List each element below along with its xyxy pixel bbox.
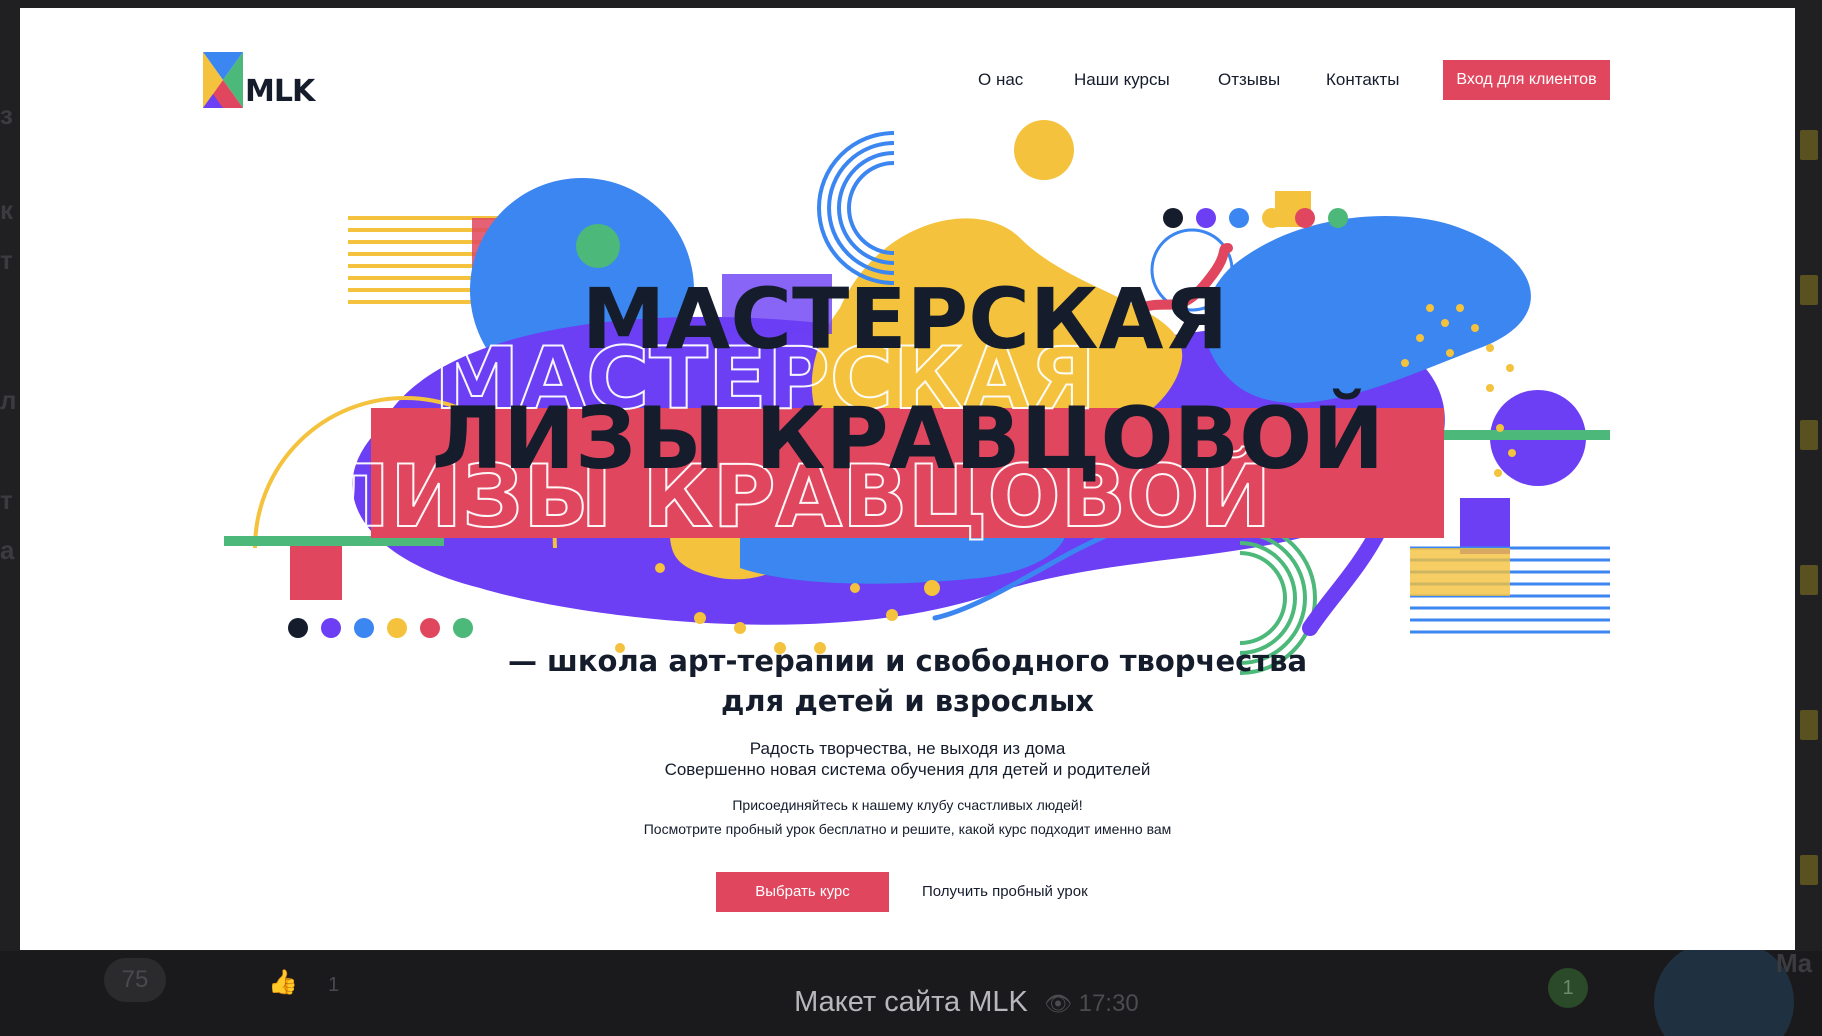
title-line-2: ЛИЗЫ КРАВЦОВОЙ — [432, 388, 1385, 489]
hero-tagline-1: — школа арт-терапии и свободного творчес… — [507, 644, 1308, 678]
caption-time: 👁 17:30 — [1044, 990, 1139, 1018]
mlk-logo-icon — [203, 52, 243, 108]
backdrop-text: Ma — [1776, 948, 1813, 978]
site-logo[interactable]: MLK — [203, 52, 323, 109]
choose-course-button[interactable]: Выбрать курс — [716, 872, 889, 912]
hero-subtitle-1: Радость творчества, не выходя из дома — [749, 739, 1066, 758]
caption-time-value: 17:30 — [1078, 990, 1139, 1017]
eye-icon: 👁 — [1044, 991, 1072, 1016]
hero-text-1: Присоединяйтесь к нашему клубу счастливы… — [732, 797, 1083, 813]
title-line-1: МАСТЕРСКАЯ — [582, 270, 1229, 368]
nav-link-reviews[interactable]: Отзывы — [1218, 70, 1280, 90]
logo-text: MLK — [245, 74, 315, 109]
image-preview: МАСТЕРСКАЯ МАСТЕРСКАЯ ЛИЗЫ КРАВЦОВОЙ ЛИЗ… — [20, 8, 1795, 950]
backdrop-left-column: з к т л т а — [0, 100, 17, 565]
hero-subtitle-2: Совершенно новая система обучения для де… — [664, 760, 1151, 779]
nav-link-courses[interactable]: Наши курсы — [1074, 70, 1170, 90]
trial-lesson-link[interactable]: Получить пробный урок — [922, 872, 1088, 912]
nav-link-about[interactable]: О нас — [978, 70, 1023, 90]
nav-link-contacts[interactable]: Контакты — [1326, 70, 1399, 90]
hero-tagline-2: для детей и взрослых — [720, 684, 1095, 718]
client-login-button[interactable]: Вход для клиентов — [1443, 60, 1610, 100]
image-caption: Макет сайта MLK — [794, 986, 1028, 1018]
backdrop-right-column — [1796, 0, 1822, 1036]
hero-text-2: Посмотрите пробный урок бесплатно и реши… — [643, 821, 1172, 837]
